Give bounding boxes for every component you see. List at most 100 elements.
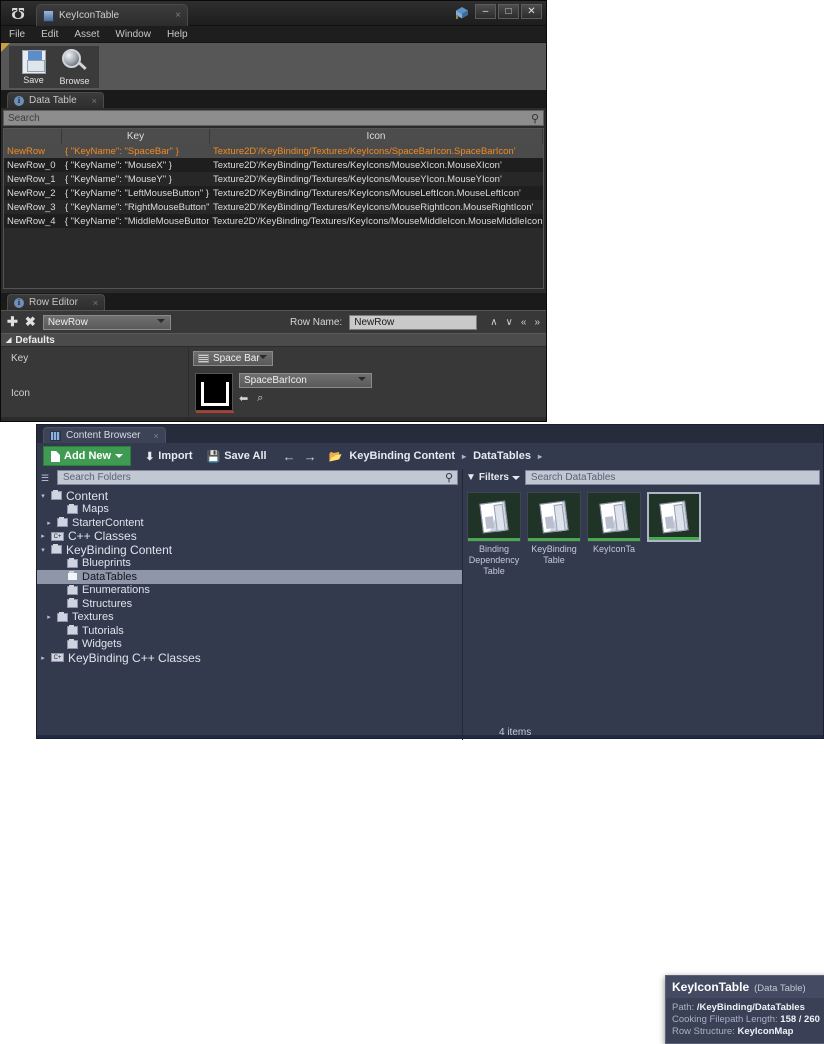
cell-key: { "KeyName": "MouseX" } <box>65 159 172 171</box>
close-button[interactable]: ✕ <box>521 4 542 19</box>
table-row[interactable]: NewRow_3 { "KeyName": "RightMouseButton"… <box>4 200 543 214</box>
asset-tile-grid[interactable]: Binding Dependency Table KeyBinding Tabl… <box>463 486 823 740</box>
key-value-dropdown[interactable]: Space Bar <box>193 351 273 366</box>
browse-to-asset-icon[interactable]: ⌕ <box>257 392 263 405</box>
editor-document-tab[interactable]: KeyIconTable × <box>36 4 188 26</box>
tree-item-maps[interactable]: Maps <box>37 503 462 517</box>
asset-thumbnail[interactable] <box>647 492 701 542</box>
forward-button[interactable]: → <box>304 449 317 464</box>
content-browser-toolbar: Add New ⬇ Import 💾 Save All ← → 📂 KeyBin… <box>37 443 823 469</box>
chevron-right-icon[interactable]: ▸ <box>45 613 53 621</box>
breadcrumb-item-datatables[interactable]: DataTables <box>473 450 531 462</box>
tree-item-textures[interactable]: ▸ Textures <box>37 611 462 625</box>
table-row[interactable]: NewRow { "KeyName": "SpaceBar" } Texture… <box>4 144 543 158</box>
add-row-button[interactable]: ✚ <box>7 314 18 330</box>
tree-item-label: Enumerations <box>82 584 150 597</box>
save-button[interactable]: Save <box>13 48 54 88</box>
row-selector-dropdown[interactable]: NewRow <box>42 314 171 330</box>
menu-item-edit[interactable]: Edit <box>41 29 58 40</box>
defaults-section-header[interactable]: ◢ Defaults <box>1 333 546 347</box>
data-table-search-input[interactable]: Search ⚲ <box>3 110 544 126</box>
menu-item-asset[interactable]: Asset <box>74 29 99 40</box>
column-header-key[interactable]: Key <box>62 129 210 144</box>
minimize-button[interactable]: – <box>475 4 496 19</box>
asset-tile[interactable]: KeyIconTa <box>587 492 641 577</box>
breadcrumb-item-keybinding-content[interactable]: KeyBinding Content <box>349 450 455 462</box>
back-button[interactable]: ← <box>283 449 296 464</box>
move-up-button[interactable]: ∧ <box>490 317 497 328</box>
icon-asset-dropdown[interactable]: SpaceBarIcon <box>239 373 372 388</box>
maximize-button[interactable]: □ <box>498 4 519 19</box>
tree-item-structures[interactable]: Structures <box>37 597 462 611</box>
tree-item-keybinding-cpp-classes[interactable]: ▸ C+ KeyBinding C++ Classes <box>37 651 462 665</box>
tree-item-startercontent[interactable]: ▸ StarterContent <box>37 516 462 530</box>
spacebar-glyph-icon <box>201 382 229 406</box>
chevron-right-icon[interactable]: ▸ <box>45 519 53 527</box>
import-button[interactable]: ⬇ Import <box>145 450 192 463</box>
chevron-down-icon[interactable]: ▾ <box>39 492 47 500</box>
asset-tile[interactable] <box>647 492 701 577</box>
browse-button[interactable]: Browse <box>54 48 95 88</box>
asset-search-placeholder: Search DataTables <box>530 472 616 483</box>
column-header-icon[interactable]: Icon <box>210 129 543 144</box>
close-icon[interactable]: × <box>175 10 181 21</box>
data-table-grid[interactable]: Key Icon NewRow { "KeyName": "SpaceBar" … <box>3 128 544 289</box>
remove-row-button[interactable]: ✖ <box>25 314 36 330</box>
tree-item-enumerations[interactable]: Enumerations <box>37 584 462 598</box>
window-controls[interactable]: – □ ✕ <box>475 4 542 19</box>
tree-item-keybinding-content[interactable]: ▾ KeyBinding Content <box>37 543 462 557</box>
editor-menu-bar[interactable]: File Edit Asset Window Help <box>1 26 546 43</box>
cell-key: { "KeyName": "RightMouseButton" } <box>65 201 210 213</box>
folder-search-input[interactable]: Search Folders ⚲ <box>57 470 458 485</box>
chevron-down-icon[interactable]: ▾ <box>39 546 47 554</box>
add-new-button[interactable]: Add New <box>43 446 132 466</box>
tree-item-blueprints[interactable]: Blueprints <box>37 557 462 571</box>
menu-item-file[interactable]: File <box>9 29 25 40</box>
table-row[interactable]: NewRow_1 { "KeyName": "MouseY" } Texture… <box>4 172 543 186</box>
tree-item-cpp-classes[interactable]: ▸ C+ C++ Classes <box>37 529 462 544</box>
content-browser-main: ☰ Search Folders ⚲ ▾ Content Maps ▸ Star… <box>37 469 823 740</box>
editor-title-bar[interactable]: Ʊ KeyIconTable × – □ ✕ <box>1 1 546 26</box>
tab-data-table[interactable]: i Data Table × <box>7 92 104 108</box>
asset-thumbnail[interactable] <box>587 492 641 542</box>
chevron-right-icon[interactable]: ▸ <box>39 654 47 662</box>
tab-row-editor[interactable]: i Row Editor × <box>7 294 106 310</box>
cell-rowname: NewRow_3 <box>7 201 56 213</box>
asset-search-input[interactable]: Search DataTables <box>524 470 820 485</box>
grid-icon <box>50 430 61 441</box>
tree-item-label: Blueprints <box>82 557 131 570</box>
chevron-right-icon[interactable]: ▸ <box>39 532 47 540</box>
use-selected-asset-icon[interactable]: ⬅ <box>239 392 248 405</box>
menu-item-window[interactable]: Window <box>115 29 151 40</box>
table-row[interactable]: NewRow_2 { "KeyName": "LeftMouseButton" … <box>4 186 543 200</box>
asset-tile[interactable]: KeyBinding Table <box>527 492 581 577</box>
add-new-label: Add New <box>64 450 112 462</box>
menu-item-help[interactable]: Help <box>167 29 188 40</box>
asset-thumbnail[interactable] <box>467 492 521 542</box>
filters-button[interactable]: ▼ Filters <box>466 472 520 483</box>
icon-thumbnail[interactable] <box>195 373 234 413</box>
row-name-input[interactable]: NewRow <box>349 314 478 330</box>
move-to-bottom-button[interactable]: » <box>534 317 540 328</box>
tree-item-datatables[interactable]: DataTables <box>37 570 462 584</box>
tab-content-browser[interactable]: Content Browser × <box>43 427 166 443</box>
tree-item-widgets[interactable]: Widgets <box>37 638 462 652</box>
move-down-button[interactable]: ∨ <box>506 317 513 328</box>
asset-thumbnail[interactable] <box>527 492 581 542</box>
close-icon[interactable]: × <box>92 96 97 106</box>
close-icon[interactable]: × <box>93 298 98 308</box>
tree-item-content[interactable]: ▾ Content <box>37 489 462 503</box>
cell-key: { "KeyName": "MiddleMouseButton" } <box>64 215 210 227</box>
tree-item-tutorials[interactable]: Tutorials <box>37 624 462 638</box>
close-icon[interactable]: × <box>153 431 158 441</box>
tree-item-label: DataTables <box>82 570 138 583</box>
move-to-top-button[interactable]: « <box>521 317 527 328</box>
tree-item-label: C++ Classes <box>68 529 137 544</box>
chevron-down-icon: ◢ <box>6 337 12 344</box>
save-all-button[interactable]: 💾 Save All <box>207 450 267 463</box>
table-row[interactable]: NewRow_4 { "KeyName": "MiddleMouseButton… <box>4 214 543 228</box>
column-header-rowname[interactable] <box>4 129 62 144</box>
table-row[interactable]: NewRow_0 { "KeyName": "MouseX" } Texture… <box>4 158 543 172</box>
expand-collapse-icon[interactable]: ☰ <box>41 473 52 483</box>
asset-tile[interactable]: Binding Dependency Table <box>467 492 521 577</box>
